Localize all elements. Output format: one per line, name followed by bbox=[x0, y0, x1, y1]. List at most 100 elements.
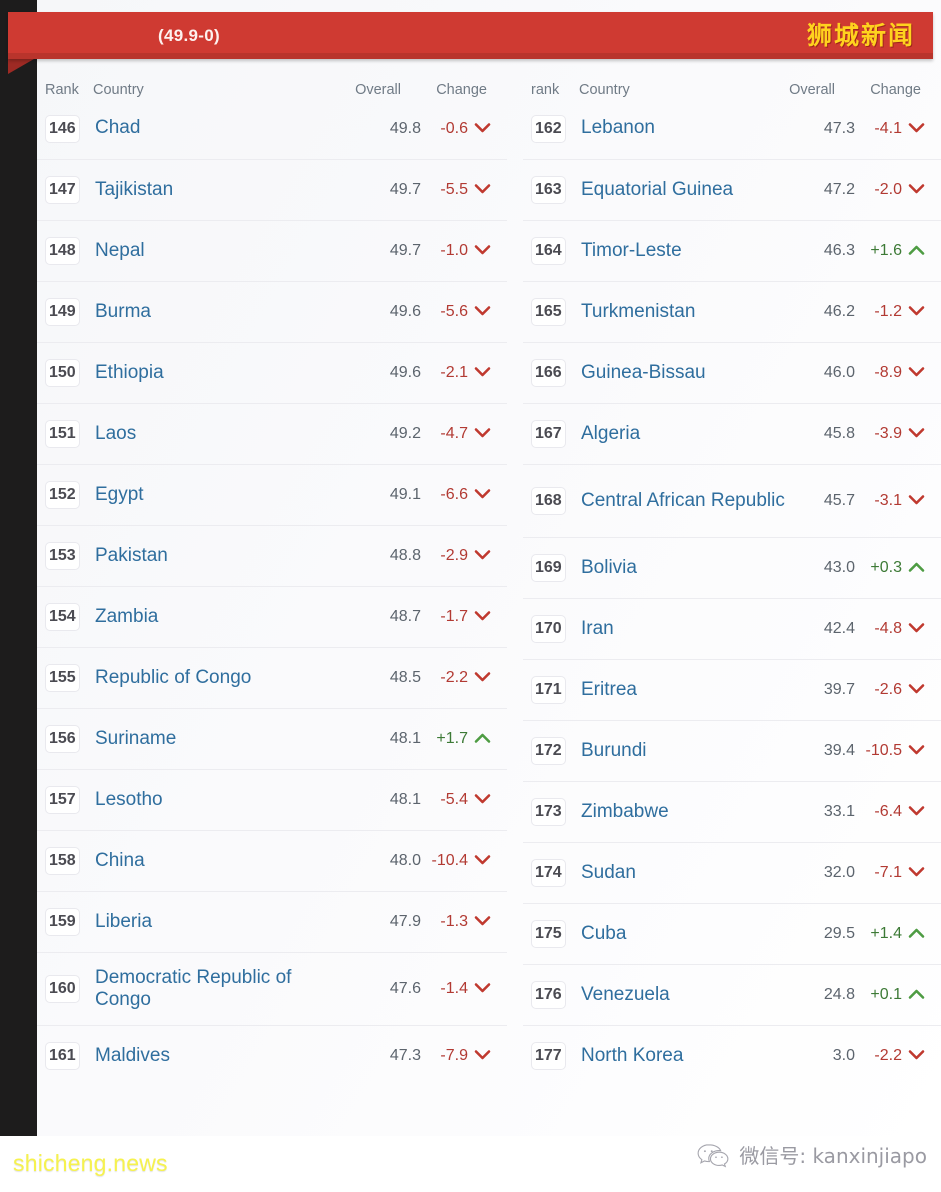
country-name[interactable]: Laos bbox=[85, 423, 357, 445]
country-name[interactable]: Turkmenistan bbox=[571, 301, 791, 323]
arrow-down-icon bbox=[908, 493, 925, 505]
table-row[interactable]: 177 North Korea 3.0 -2.2 bbox=[523, 1025, 941, 1086]
table-row[interactable]: 147 Tajikistan 49.7 -5.5 bbox=[37, 159, 507, 220]
country-name[interactable]: Guinea-Bissau bbox=[571, 362, 791, 384]
change-value: -2.9 bbox=[440, 547, 468, 564]
table-row[interactable]: 161 Maldives 47.3 -7.9 bbox=[37, 1025, 507, 1086]
table-row[interactable]: 176 Venezuela 24.8 +0.1 bbox=[523, 964, 941, 1025]
table-row[interactable]: 146 Chad 49.8 -0.6 bbox=[37, 98, 507, 159]
ribbon-fold bbox=[8, 59, 34, 74]
change-cell: +1.7 bbox=[421, 730, 507, 748]
country-name[interactable]: Eritrea bbox=[571, 679, 791, 701]
table-row[interactable]: 174 Sudan 32.0 -7.1 bbox=[523, 842, 941, 903]
table-row[interactable]: 165 Turkmenistan 46.2 -1.2 bbox=[523, 281, 941, 342]
change-cell: -2.2 bbox=[421, 669, 507, 687]
overall-score: 45.8 bbox=[823, 425, 855, 442]
table-row[interactable]: 166 Guinea-Bissau 46.0 -8.9 bbox=[523, 342, 941, 403]
table-row[interactable]: 162 Lebanon 47.3 -4.1 bbox=[523, 98, 941, 159]
change-value: -2.0 bbox=[874, 181, 902, 198]
arrow-down-icon bbox=[474, 914, 491, 926]
change-value: +0.1 bbox=[870, 986, 902, 1003]
arrow-down-icon bbox=[474, 981, 491, 993]
country-name[interactable]: Suriname bbox=[85, 728, 357, 750]
arrow-down-icon bbox=[908, 182, 925, 194]
table-row[interactable]: 149 Burma 49.6 -5.6 bbox=[37, 281, 507, 342]
table-row[interactable]: 150 Ethiopia 49.6 -2.1 bbox=[37, 342, 507, 403]
country-name[interactable]: Algeria bbox=[571, 423, 791, 445]
table-row[interactable]: 157 Lesotho 48.1 -5.4 bbox=[37, 769, 507, 830]
change-cell: -7.9 bbox=[421, 1047, 507, 1065]
country-name[interactable]: Republic of Congo bbox=[85, 667, 357, 689]
rank-badge: 163 bbox=[531, 176, 566, 204]
table-row[interactable]: 152 Egypt 49.1 -6.6 bbox=[37, 464, 507, 525]
table-row[interactable]: 156 Suriname 48.1 +1.7 bbox=[37, 708, 507, 769]
change-value: +1.4 bbox=[870, 925, 902, 942]
table-row[interactable]: 167 Algeria 45.8 -3.9 bbox=[523, 403, 941, 464]
country-name[interactable]: Timor-Leste bbox=[571, 240, 791, 262]
country-name[interactable]: North Korea bbox=[571, 1045, 791, 1067]
table-row[interactable]: 160 Democratic Republic of Congo 47.6 -1.4 bbox=[37, 952, 507, 1025]
country-name[interactable]: Nepal bbox=[85, 240, 357, 262]
country-name[interactable]: Zimbabwe bbox=[571, 801, 791, 823]
table-row[interactable]: 151 Laos 49.2 -4.7 bbox=[37, 403, 507, 464]
table-row[interactable]: 158 China 48.0 -10.4 bbox=[37, 830, 507, 891]
country-name[interactable]: Zambia bbox=[85, 606, 357, 628]
country-name[interactable]: Pakistan bbox=[85, 545, 357, 567]
country-name[interactable]: Lesotho bbox=[85, 789, 357, 811]
country-name[interactable]: Ethiopia bbox=[85, 362, 357, 384]
country-name[interactable]: Venezuela bbox=[571, 984, 791, 1006]
rank-badge: 157 bbox=[45, 786, 80, 814]
overall-score: 49.7 bbox=[389, 181, 421, 198]
rank-badge: 175 bbox=[531, 920, 566, 948]
country-name[interactable]: Tajikistan bbox=[85, 179, 357, 201]
country-name[interactable]: Egypt bbox=[85, 484, 357, 506]
country-name[interactable]: Iran bbox=[571, 618, 791, 640]
change-cell: -5.4 bbox=[421, 791, 507, 809]
country-name[interactable]: Burma bbox=[85, 301, 357, 323]
rank-cell: 155 bbox=[37, 664, 85, 692]
column-header-change: Change bbox=[870, 82, 921, 98]
table-row[interactable]: 155 Republic of Congo 48.5 -2.2 bbox=[37, 647, 507, 708]
country-name[interactable]: China bbox=[85, 850, 357, 872]
country-name[interactable]: Burundi bbox=[571, 740, 791, 762]
table-row[interactable]: 159 Liberia 47.9 -1.3 bbox=[37, 891, 507, 952]
table-row[interactable]: 172 Burundi 39.4 -10.5 bbox=[523, 720, 941, 781]
overall-score: 39.7 bbox=[823, 681, 855, 698]
country-name[interactable]: Chad bbox=[85, 117, 357, 139]
table-row[interactable]: 154 Zambia 48.7 -1.7 bbox=[37, 586, 507, 647]
rank-cell: 165 bbox=[523, 298, 571, 326]
country-name[interactable]: Equatorial Guinea bbox=[571, 179, 791, 201]
overall-score: 47.6 bbox=[389, 980, 421, 997]
table-row[interactable]: 153 Pakistan 48.8 -2.9 bbox=[37, 525, 507, 586]
change-value: -6.6 bbox=[440, 486, 468, 503]
rank-cell: 177 bbox=[523, 1042, 571, 1070]
overall-score: 48.1 bbox=[389, 730, 421, 747]
change-cell: -1.2 bbox=[855, 303, 941, 321]
table-row[interactable]: 169 Bolivia 43.0 +0.3 bbox=[523, 537, 941, 598]
rank-cell: 154 bbox=[37, 603, 85, 631]
country-name[interactable]: Maldives bbox=[85, 1045, 357, 1067]
table-row[interactable]: 171 Eritrea 39.7 -2.6 bbox=[523, 659, 941, 720]
table-row[interactable]: 175 Cuba 29.5 +1.4 bbox=[523, 903, 941, 964]
country-name[interactable]: Sudan bbox=[571, 862, 791, 884]
rank-badge: 174 bbox=[531, 859, 566, 887]
change-cell: -0.6 bbox=[421, 120, 507, 138]
overall-score: 48.8 bbox=[389, 547, 421, 564]
table-row[interactable]: 170 Iran 42.4 -4.8 bbox=[523, 598, 941, 659]
rank-cell: 163 bbox=[523, 176, 571, 204]
country-name[interactable]: Democratic Republic of Congo bbox=[85, 967, 357, 1012]
country-name[interactable]: Cuba bbox=[571, 923, 791, 945]
country-name[interactable]: Liberia bbox=[85, 911, 357, 933]
country-name[interactable]: Lebanon bbox=[571, 117, 791, 139]
table-row[interactable]: 173 Zimbabwe 33.1 -6.4 bbox=[523, 781, 941, 842]
rank-badge: 153 bbox=[45, 542, 80, 570]
arrow-up-icon bbox=[908, 987, 925, 999]
change-value: -1.0 bbox=[440, 242, 468, 259]
table-row[interactable]: 148 Nepal 49.7 -1.0 bbox=[37, 220, 507, 281]
country-name[interactable]: Central African Republic bbox=[571, 490, 791, 512]
country-name[interactable]: Bolivia bbox=[571, 557, 791, 579]
table-row[interactable]: 168 Central African Republic 45.7 -3.1 bbox=[523, 464, 941, 537]
table-row[interactable]: 164 Timor-Leste 46.3 +1.6 bbox=[523, 220, 941, 281]
table-row[interactable]: 163 Equatorial Guinea 47.2 -2.0 bbox=[523, 159, 941, 220]
overall-score: 49.6 bbox=[389, 364, 421, 381]
